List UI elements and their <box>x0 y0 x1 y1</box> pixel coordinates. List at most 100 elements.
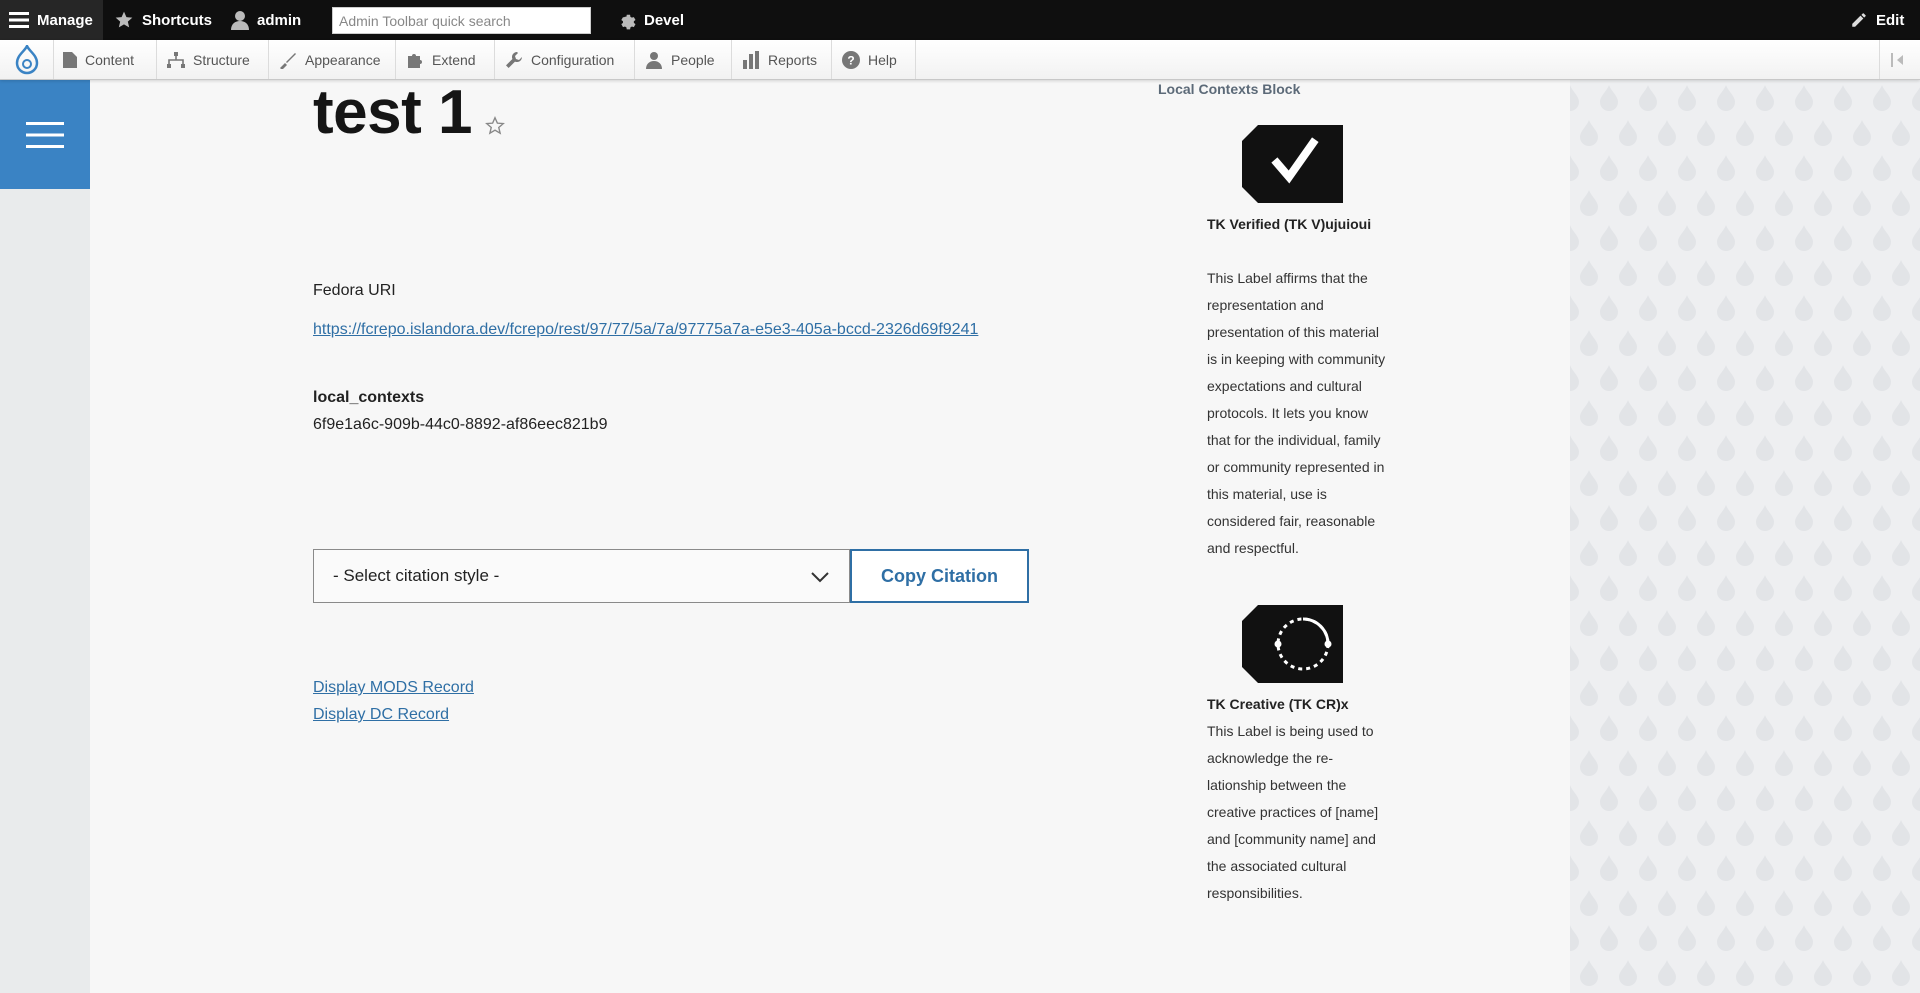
pattern-drop <box>1580 470 1598 496</box>
pattern-drop <box>1600 225 1618 251</box>
citation-style-select[interactable]: - Select citation style - <box>313 549 850 603</box>
pattern-drop <box>1892 190 1910 216</box>
pattern-drop <box>1619 470 1637 496</box>
pattern-drop <box>1717 925 1735 951</box>
pattern-drop <box>1912 647 1920 671</box>
pattern-drop <box>1834 715 1852 741</box>
pattern-drop <box>1756 225 1774 251</box>
main-menu-toggle[interactable] <box>0 80 90 189</box>
pattern-drop <box>1580 890 1598 916</box>
shortcuts-tab[interactable]: Shortcuts <box>114 0 212 40</box>
pattern-drop <box>1736 960 1754 986</box>
pattern-drop <box>1775 120 1793 146</box>
pattern-drop <box>1873 925 1891 951</box>
tray-item-label: Structure <box>193 51 250 68</box>
pattern-drop <box>1756 855 1774 881</box>
pattern-drop <box>1795 855 1813 881</box>
pattern-drop <box>1639 925 1657 951</box>
pattern-drop <box>1775 750 1793 776</box>
admin-search-input[interactable] <box>332 7 591 34</box>
tk-creative-name: TK Creative (TK CR)x <box>1207 696 1349 712</box>
pattern-drop <box>1736 890 1754 916</box>
pattern-drop <box>1853 400 1871 426</box>
bookmark-star-icon[interactable] <box>484 115 506 137</box>
pattern-drop <box>1736 680 1754 706</box>
pattern-drop <box>1600 785 1618 811</box>
pattern-drop <box>1892 120 1910 146</box>
pattern-drop <box>1600 155 1618 181</box>
pattern-drop <box>1570 155 1579 181</box>
drupal-logo-icon[interactable] <box>0 40 54 79</box>
pattern-drop <box>1892 890 1910 916</box>
local-contexts-value: 6f9e1a6c-909b-44c0-8892-af86eec821b9 <box>313 416 608 433</box>
pattern-drop <box>1873 645 1891 671</box>
pattern-drop <box>1570 85 1579 111</box>
pattern-drop <box>1600 855 1618 881</box>
tray-item-appearance[interactable]: Appearance <box>269 40 396 79</box>
pattern-drop <box>1814 470 1832 496</box>
manage-tab[interactable]: Manage <box>0 0 103 40</box>
pattern-drop <box>1600 505 1618 531</box>
pattern-drop <box>1912 857 1920 881</box>
pattern-drop <box>1570 855 1579 881</box>
pattern-drop <box>1892 960 1910 986</box>
pattern-drop <box>1717 295 1735 321</box>
tray-item-label: People <box>671 51 715 68</box>
pattern-drop <box>1600 645 1618 671</box>
pattern-drop <box>1678 505 1696 531</box>
tray-item-structure[interactable]: Structure <box>157 40 269 79</box>
pattern-drop <box>1756 155 1774 181</box>
tray-item-extend[interactable]: Extend <box>396 40 495 79</box>
tray-item-configuration[interactable]: Configuration <box>495 40 635 79</box>
pattern-drop <box>1853 260 1871 286</box>
copy-citation-button[interactable]: Copy Citation <box>850 549 1029 603</box>
pattern-drop <box>1639 85 1657 111</box>
pattern-drop <box>1775 470 1793 496</box>
pattern-drop <box>1775 400 1793 426</box>
pattern-drop <box>1717 365 1735 391</box>
pattern-drop <box>1736 610 1754 636</box>
pattern-drop <box>1580 960 1598 986</box>
pattern-drop <box>1580 820 1598 846</box>
pattern-drop <box>1697 820 1715 846</box>
pattern-drop <box>1678 715 1696 741</box>
tray-item-help[interactable]: ? Help <box>832 40 916 79</box>
pattern-drop <box>1736 400 1754 426</box>
tray-item-content[interactable]: Content <box>53 40 157 79</box>
user-tab[interactable]: admin <box>231 0 301 40</box>
pattern-drop <box>1912 87 1920 111</box>
pattern-drop <box>1912 927 1920 951</box>
pattern-drop <box>1639 155 1657 181</box>
tray-item-reports[interactable]: Reports <box>732 40 832 79</box>
pattern-drop <box>1717 575 1735 601</box>
pattern-drop <box>1834 435 1852 461</box>
tray-item-label: Reports <box>768 51 818 68</box>
tray-item-people[interactable]: People <box>635 40 732 79</box>
pattern-drop <box>1619 190 1637 216</box>
pattern-drop <box>1834 85 1852 111</box>
pattern-drop <box>1873 225 1891 251</box>
tray-collapse-icon[interactable] <box>1879 40 1920 79</box>
pattern-drop <box>1658 470 1676 496</box>
pattern-drop <box>1658 610 1676 636</box>
pattern-drop <box>1639 295 1657 321</box>
pattern-drop <box>1834 225 1852 251</box>
pattern-drop <box>1678 575 1696 601</box>
manage-label: Manage <box>37 11 93 29</box>
pattern-drop <box>1717 225 1735 251</box>
display-mods-link[interactable]: Display MODS Record <box>313 679 474 697</box>
fedora-uri-link[interactable]: https://fcrepo.islandora.dev/fcrepo/rest… <box>313 316 993 343</box>
pattern-drop <box>1678 855 1696 881</box>
devel-tab[interactable]: Devel <box>616 0 684 40</box>
pattern-drop <box>1814 400 1832 426</box>
pattern-drop <box>1853 190 1871 216</box>
sitemap-icon <box>167 51 185 68</box>
pattern-drop <box>1658 680 1676 706</box>
pattern-drop <box>1697 540 1715 566</box>
edit-tab[interactable]: Edit <box>1850 0 1904 40</box>
pattern-drop <box>1658 260 1676 286</box>
display-dc-link[interactable]: Display DC Record <box>313 706 449 724</box>
pattern-drop <box>1600 925 1618 951</box>
pattern-drop <box>1912 787 1920 811</box>
pattern-drop <box>1795 435 1813 461</box>
